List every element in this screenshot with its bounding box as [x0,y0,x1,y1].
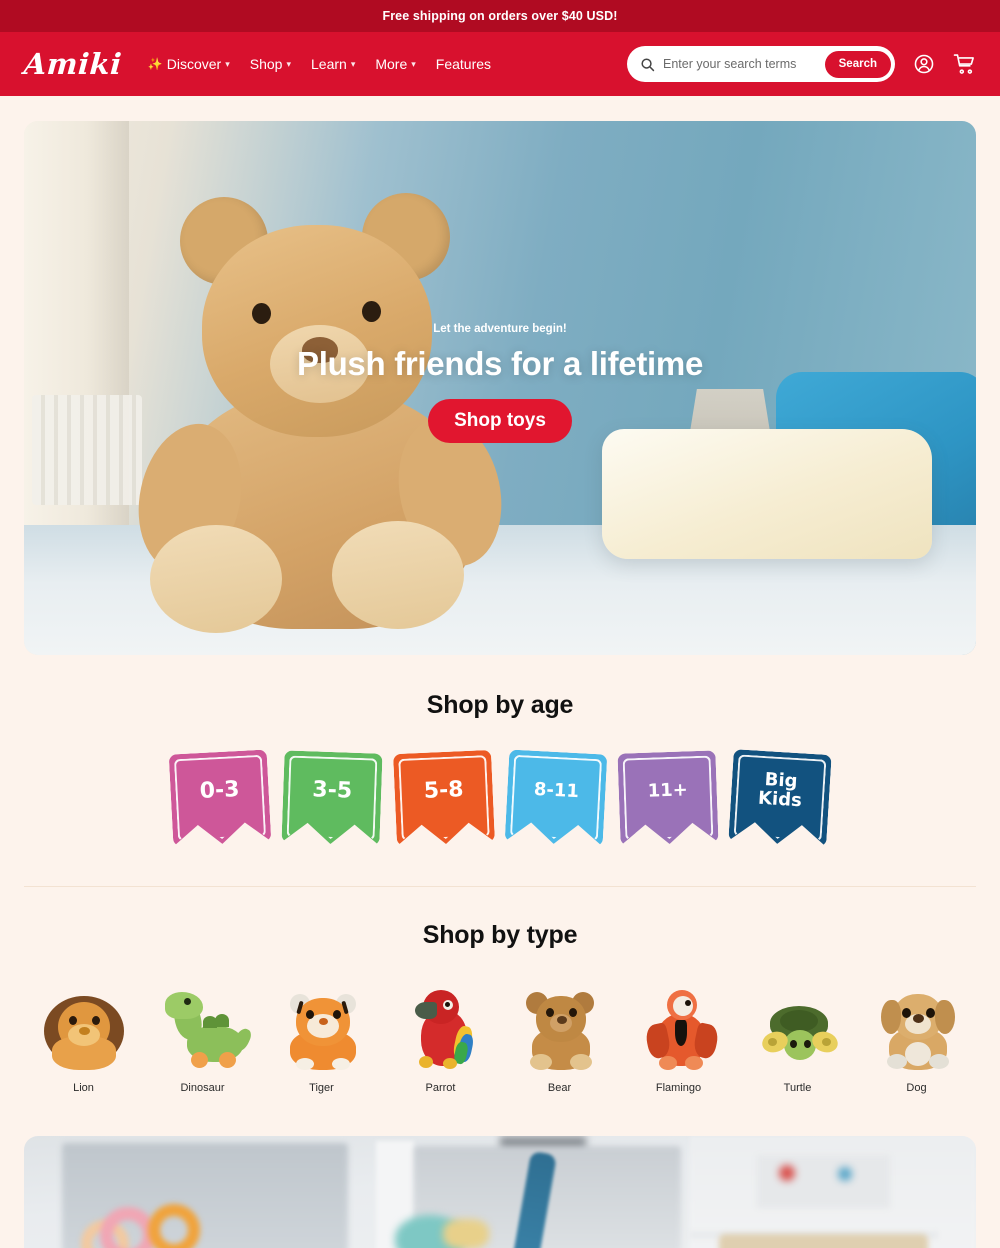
age-ribbon-label: 5-8 [423,776,465,804]
age-ribbon-big-kids[interactable]: Big Kids [728,749,831,847]
nav-item-discover[interactable]: ✨ Discover ▾ [148,56,230,72]
nav-label-features: Features [435,56,492,72]
hero-pillow-decoration [602,429,932,559]
nav-item-features[interactable]: Features [436,56,491,72]
account-icon[interactable] [913,53,935,75]
age-ribbon-label: 8-11 [533,778,580,802]
plush-lion-icon [38,980,130,1072]
plush-flamingo-icon [633,980,725,1072]
plush-dog-icon [871,980,963,1072]
type-item-lion[interactable]: Lion [24,980,143,1094]
type-label: Bear [547,1082,572,1094]
type-item-dinosaur[interactable]: Dinosaur [143,980,262,1094]
type-label: Dinosaur [180,1082,225,1094]
nav-item-more[interactable]: More ▾ [375,56,415,72]
age-ribbon-8-11[interactable]: 8-11 [505,749,608,846]
search-bar[interactable]: Search [627,46,895,82]
nav-item-shop[interactable]: Shop ▾ [250,56,291,72]
type-list: Lion Dinosaur Tiger Parrot Bear Flamingo… [0,980,1000,1094]
type-label: Flamingo [655,1082,702,1094]
age-ribbon-0-3[interactable]: 0-3 [169,749,272,846]
type-item-dog[interactable]: Dog [857,980,976,1094]
age-ribbon-11-plus[interactable]: 11+ [617,750,718,845]
nav-label-learn: Learn [311,56,347,72]
sparkle-icon: ✨ [147,57,163,71]
shopping-cart-icon[interactable] [953,53,976,76]
age-ribbon-list: 0-3 3-5 5-8 8-11 11+ Big Kids [0,752,1000,844]
type-label: Dog [906,1082,927,1094]
type-label: Parrot [425,1082,456,1094]
chevron-down-icon: ▾ [350,59,356,69]
search-icon [640,57,655,72]
nav-item-learn[interactable]: Learn ▾ [311,56,355,72]
announcement-text: Free shipping on orders over $40 USD! [382,9,618,23]
hero-banner: Let the adventure begin! Plush friends f… [24,121,976,655]
shop-toys-button[interactable]: Shop toys [428,399,572,443]
type-label: Turtle [783,1082,812,1094]
shop-by-age-title: Shop by age [426,691,574,719]
plush-bear-icon [514,980,606,1072]
shop-by-type-title: Shop by type [422,921,578,949]
type-item-flamingo[interactable]: Flamingo [619,980,738,1094]
header-utilities: Search [627,46,976,82]
search-button[interactable]: Search [824,50,891,78]
chevron-down-icon: ▾ [411,59,416,69]
shop-by-age-section: Shop by age 0-3 3-5 5-8 8-11 11+ Big Kid… [0,655,1000,844]
age-ribbon-3-5[interactable]: 3-5 [281,750,382,845]
chevron-down-icon: ▾ [225,59,230,69]
chevron-down-icon: ▾ [286,59,291,69]
nav-label-more: More [375,56,408,72]
site-header: Amiki ✨ Discover ▾ Shop ▾ Learn ▾ More ▾… [0,32,1000,96]
type-item-turtle[interactable]: Turtle [738,980,857,1094]
plush-tiger-icon [276,980,368,1072]
plush-dinosaur-icon [157,980,254,1072]
age-ribbon-label: 3-5 [311,776,353,804]
shop-by-type-section: Shop by type Lion Dinosaur Tiger Parrot … [0,887,1000,1094]
site-logo[interactable]: Amiki [23,47,123,81]
hero-title: Plush friends for a lifetime [296,345,704,382]
type-label: Tiger [309,1082,334,1094]
plush-parrot-icon [395,980,487,1072]
age-ribbon-5-8[interactable]: 5-8 [393,750,495,846]
plush-turtle-icon [752,980,844,1072]
nav-label-discover: Discover [166,56,222,72]
type-item-bear[interactable]: Bear [500,980,619,1094]
playroom-banner-image[interactable] [24,1136,976,1248]
hero-content: Let the adventure begin! Plush friends f… [24,323,976,443]
age-ribbon-label: 0-3 [199,776,241,804]
age-ribbon-label: 11+ [647,778,689,802]
announcement-bar: Free shipping on orders over $40 USD! [0,0,1000,32]
type-item-tiger[interactable]: Tiger [262,980,381,1094]
hero-eyebrow: Let the adventure begin! [433,323,567,335]
nav-label-shop: Shop [249,56,283,72]
main-navigation: ✨ Discover ▾ Shop ▾ Learn ▾ More ▾ Featu… [148,56,491,72]
search-input[interactable] [663,57,817,71]
type-item-parrot[interactable]: Parrot [381,980,500,1094]
type-label: Lion [73,1082,94,1094]
age-ribbon-label: Big Kids [757,769,803,812]
